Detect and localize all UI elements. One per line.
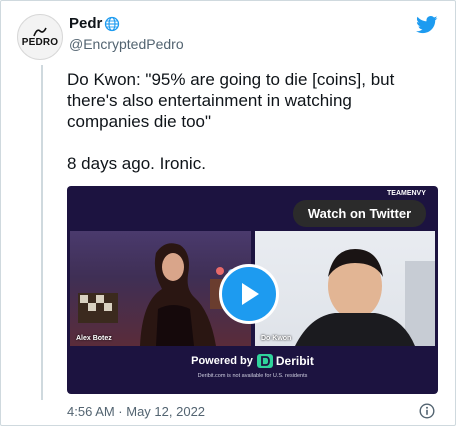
sponsor-name: Deribit <box>275 354 314 368</box>
guest-silhouette <box>295 249 435 346</box>
tweet-text-line1: Do Kwon: "95% are going to die [coins], … <box>67 70 395 131</box>
tweet-timestamp[interactable]: 4:56 AM · May 12, 2022 <box>67 404 205 419</box>
avatar-text: PEDRO <box>21 36 59 48</box>
sponsor-line: Powered by Deribit <box>67 354 438 368</box>
watch-on-twitter-button[interactable]: Watch on Twitter <box>293 200 426 227</box>
globe-icon <box>105 16 120 31</box>
pedro-logo-icon <box>33 27 47 36</box>
avatar[interactable]: PEDRO <box>17 14 63 60</box>
tweet-text: Do Kwon: "95% are going to die [coins], … <box>67 69 437 174</box>
left-name-tag: Alex Botez <box>76 335 112 342</box>
video-embed[interactable]: TEAMENVY Watch on Twitter Alex Botez Do … <box>67 186 438 394</box>
quote-divider <box>41 65 43 400</box>
sponsor-brand[interactable]: Deribit <box>256 354 314 368</box>
sponsor-disclaimer: Deribit.com is not available for U.S. re… <box>197 373 308 379</box>
powered-by-label: Powered by <box>191 355 253 367</box>
twitter-bird-icon[interactable] <box>416 16 438 34</box>
author-name-text: Pedr <box>69 15 103 32</box>
media-watermark: TEAMENVY <box>387 190 426 197</box>
author-display-name[interactable]: Pedr <box>69 15 120 32</box>
right-name-tag: Do Kwon <box>261 335 292 342</box>
deribit-logo-icon <box>256 354 273 368</box>
video-frame-right: Do Kwon <box>255 231 435 346</box>
play-button[interactable] <box>219 264 279 324</box>
info-icon[interactable] <box>419 403 435 419</box>
tweet-card[interactable]: PEDRO Pedr @EncryptedPedro Do Kwon: "95%… <box>0 0 456 426</box>
play-icon <box>242 283 259 305</box>
tweet-text-line2: 8 days ago. Ironic. <box>67 154 206 173</box>
author-handle[interactable]: @EncryptedPedro <box>69 36 184 52</box>
